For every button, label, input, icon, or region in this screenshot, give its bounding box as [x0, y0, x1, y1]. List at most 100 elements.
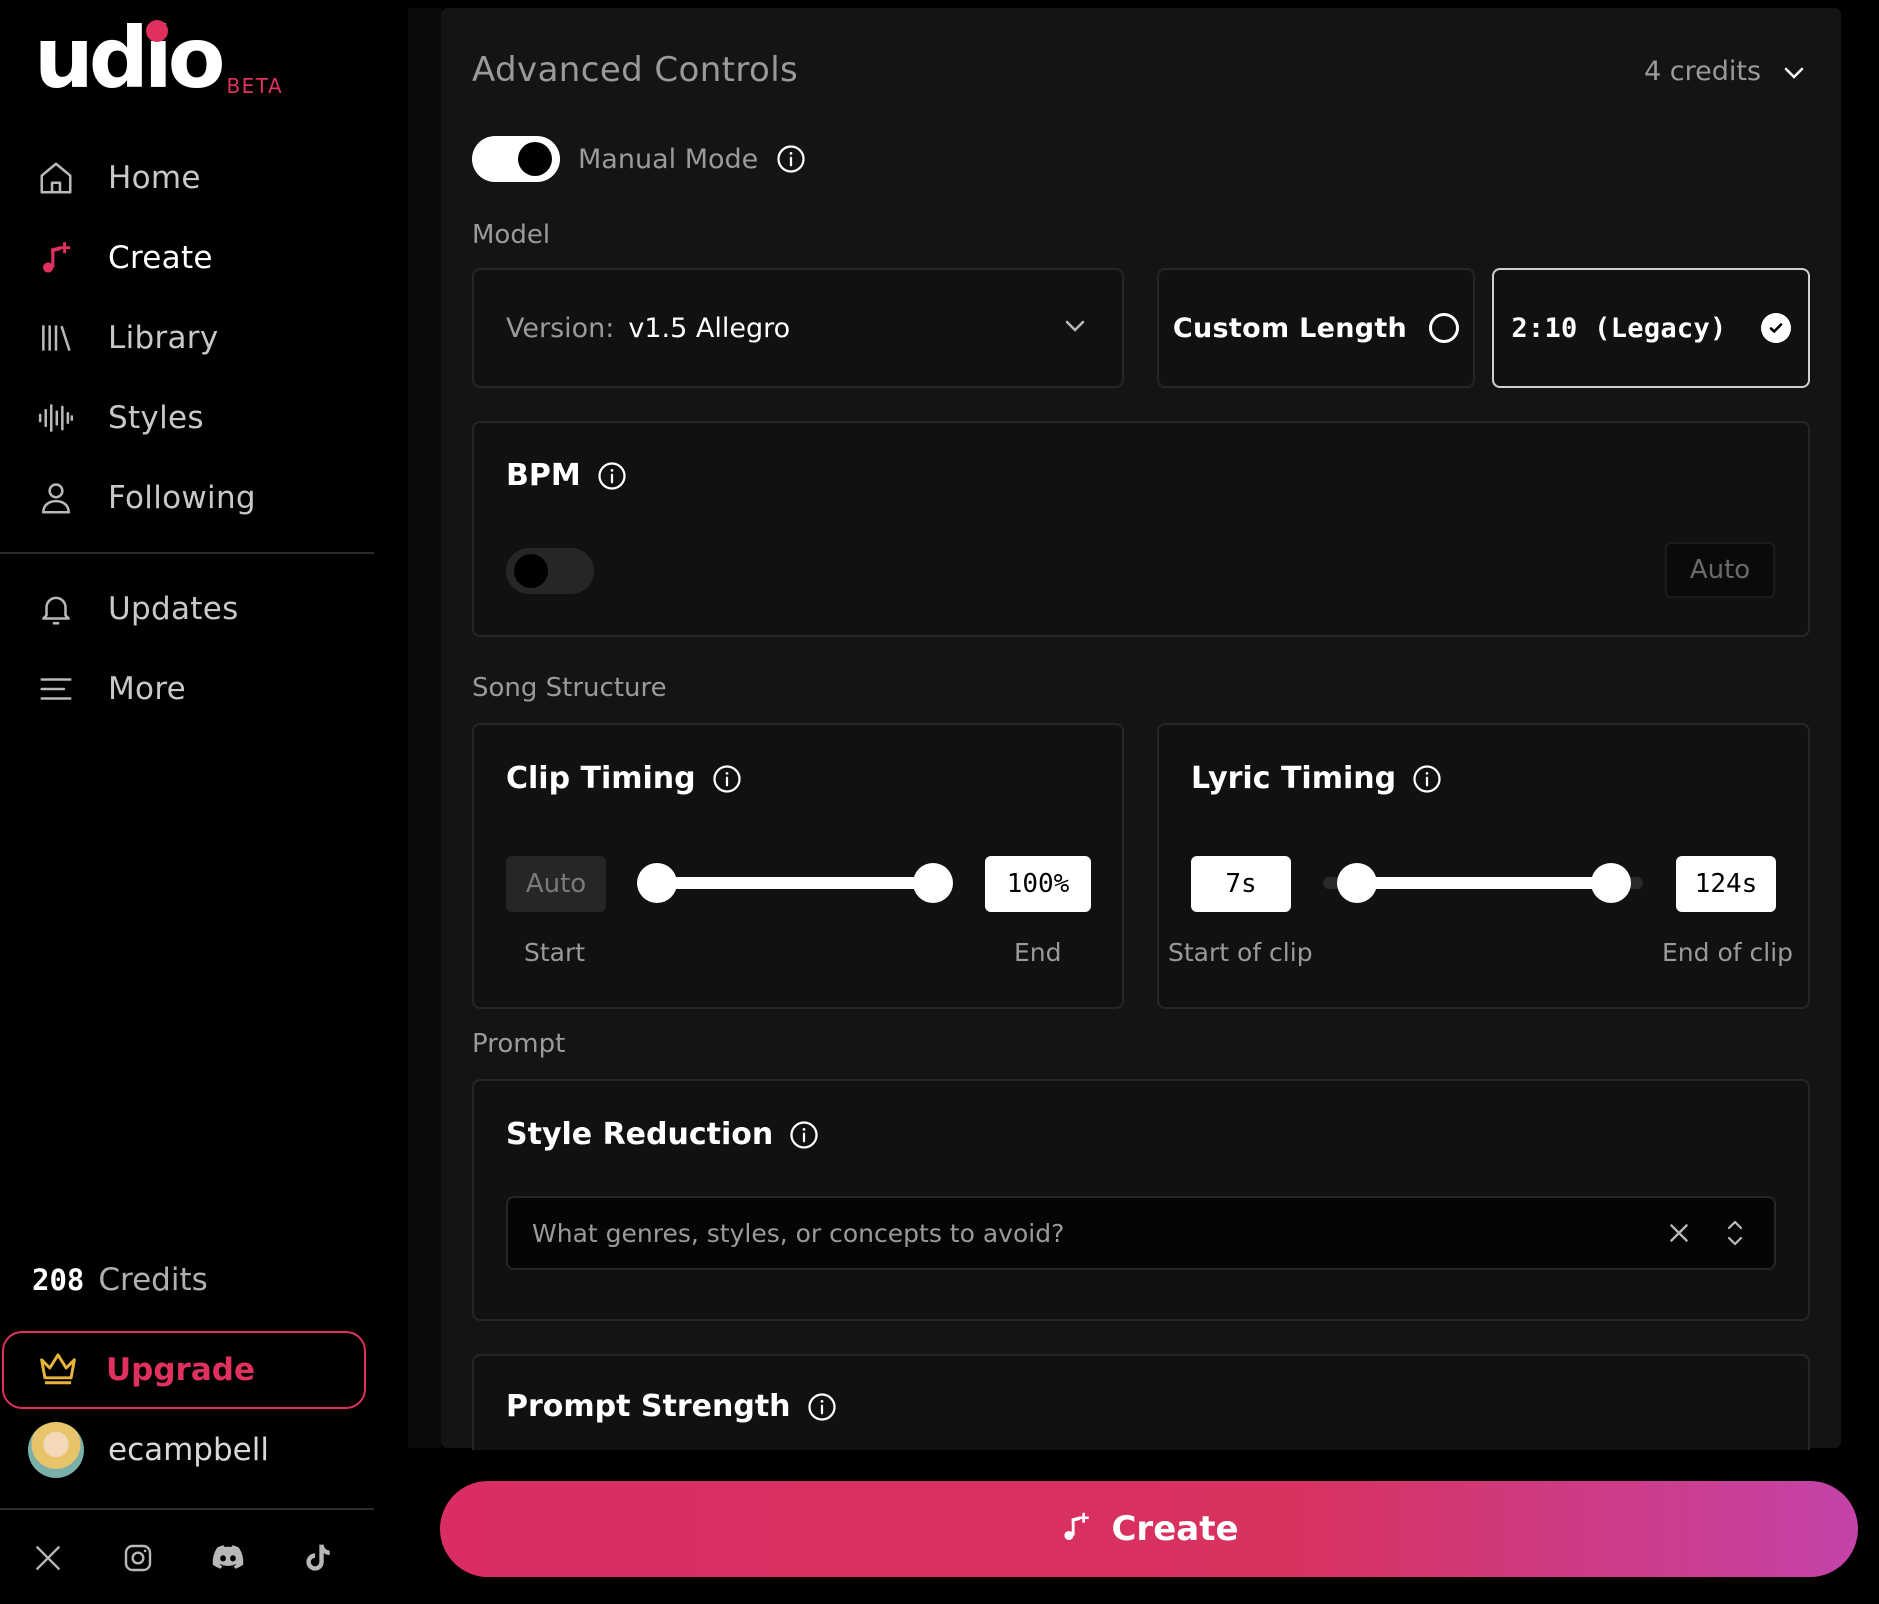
nav-label: Styles — [108, 400, 204, 436]
clip-timing-slider[interactable] — [657, 877, 933, 889]
waveform-icon — [36, 398, 76, 438]
lyric-timing-title: Lyric Timing — [1191, 761, 1442, 796]
credits-label: Credits — [98, 1262, 208, 1298]
chevron-down-icon — [1761, 56, 1805, 87]
radio-unchecked-icon — [1429, 313, 1460, 343]
clip-end-input[interactable]: 100% — [985, 856, 1091, 912]
info-icon[interactable] — [776, 144, 806, 174]
prompt-label: Prompt — [472, 1029, 566, 1059]
lyric-end-thumb[interactable] — [1591, 863, 1631, 903]
bpm-title-text: BPM — [506, 458, 581, 493]
secondary-nav: Updates More — [0, 569, 374, 729]
legacy-length-option[interactable]: 2:10 (Legacy) — [1492, 268, 1810, 388]
clip-end-label: End — [1014, 938, 1062, 967]
legacy-label: 2:10 (Legacy) — [1511, 312, 1727, 344]
style-reduction-input-wrap — [506, 1196, 1776, 1270]
lyric-start-thumb[interactable] — [1337, 863, 1377, 903]
info-icon[interactable] — [807, 1392, 837, 1422]
nav-label: Home — [108, 160, 201, 196]
bpm-card — [472, 421, 1810, 637]
sidebar-divider — [0, 552, 374, 554]
info-icon[interactable] — [1412, 764, 1442, 794]
credits-count: 208 — [32, 1263, 85, 1297]
music-plus-icon — [1059, 1510, 1093, 1548]
credits-balance: 208 Credits — [32, 1262, 208, 1298]
bpm-title: BPM — [506, 458, 627, 493]
create-button-label: Create — [1111, 1509, 1239, 1549]
info-icon[interactable] — [712, 764, 742, 794]
tiktok-icon[interactable] — [298, 1538, 338, 1578]
avatar — [28, 1422, 84, 1478]
version-value: v1.5 Allegro — [628, 312, 791, 344]
version-select[interactable]: Version: v1.5 Allegro — [472, 268, 1124, 388]
clip-start-thumb[interactable] — [637, 863, 677, 903]
user-icon — [36, 478, 76, 518]
nav-label: Create — [108, 240, 213, 276]
credits-cost-dropdown[interactable]: 4 credits — [1644, 56, 1805, 87]
logo-text: udio — [34, 9, 225, 107]
check-circle-icon — [1760, 313, 1791, 343]
create-button[interactable]: Create — [440, 1481, 1858, 1577]
close-icon[interactable] — [1666, 1220, 1692, 1250]
nav-label: More — [108, 671, 187, 707]
nav-item-library[interactable]: Library — [0, 298, 374, 378]
lyric-start-label: Start of clip — [1168, 938, 1313, 967]
nav-item-following[interactable]: Following — [0, 458, 374, 538]
library-icon — [36, 318, 76, 358]
username: ecampbell — [108, 1432, 269, 1468]
chevron-down-icon — [1064, 318, 1086, 337]
clip-start-input[interactable]: Auto — [506, 856, 606, 912]
lyric-end-input[interactable]: 124s — [1676, 856, 1776, 912]
nav-item-home[interactable]: Home — [0, 138, 374, 218]
custom-length-label: Custom Length — [1172, 312, 1408, 344]
home-icon — [36, 158, 76, 198]
info-icon[interactable] — [597, 461, 627, 491]
instagram-icon[interactable] — [118, 1538, 158, 1578]
song-structure-label: Song Structure — [472, 673, 667, 703]
style-reduction-input[interactable] — [532, 1218, 1612, 1248]
logo-dot — [146, 20, 168, 42]
nav-item-styles[interactable]: Styles — [0, 378, 374, 458]
lyric-timing-slider[interactable] — [1357, 877, 1611, 889]
beta-badge: BETA — [226, 74, 284, 98]
version-key: Version: — [506, 312, 615, 344]
credits-cost: 4 credits — [1644, 56, 1762, 87]
bpm-value-input[interactable]: Auto — [1665, 542, 1775, 598]
manual-mode-row: Manual Mode — [472, 136, 806, 182]
custom-length-option[interactable]: Custom Length — [1157, 268, 1475, 388]
main-nav: Home Create Library Styles Following — [0, 138, 374, 538]
udio-logo[interactable]: udio BETA — [34, 16, 283, 100]
chevron-up-down-icon[interactable] — [1724, 1216, 1746, 1254]
toggle-knob — [514, 554, 548, 588]
panel-gutter — [408, 8, 441, 1448]
advanced-controls-title: Advanced Controls — [472, 50, 799, 90]
clip-start-label: Start — [524, 938, 586, 967]
bell-icon — [36, 589, 76, 629]
model-label: Model — [472, 220, 551, 250]
music-plus-icon — [36, 238, 76, 278]
clip-timing-title: Clip Timing — [506, 761, 742, 796]
crown-icon — [38, 1350, 78, 1390]
nav-item-updates[interactable]: Updates — [0, 569, 374, 649]
style-reduction-title: Style Reduction — [506, 1117, 819, 1152]
upgrade-button[interactable]: Upgrade — [2, 1331, 366, 1409]
nav-label: Updates — [108, 591, 239, 627]
upgrade-label: Upgrade — [106, 1352, 255, 1388]
bpm-toggle[interactable] — [506, 548, 594, 594]
menu-icon — [36, 669, 76, 709]
manual-mode-label: Manual Mode — [578, 143, 759, 175]
discord-icon[interactable] — [208, 1538, 248, 1578]
style-reduction-title-text: Style Reduction — [506, 1117, 774, 1152]
manual-mode-toggle[interactable] — [472, 136, 560, 182]
sidebar: udio BETA Home Create Library Styles Fol… — [0, 0, 408, 1604]
x-icon[interactable] — [28, 1538, 68, 1578]
info-icon[interactable] — [789, 1120, 819, 1150]
clip-end-thumb[interactable] — [913, 863, 953, 903]
nav-item-create[interactable]: Create — [0, 218, 374, 298]
prompt-strength-title: Prompt Strength — [506, 1389, 837, 1424]
social-links — [0, 1508, 374, 1604]
user-profile[interactable]: ecampbell — [28, 1422, 269, 1478]
lyric-start-input[interactable]: 7s — [1191, 856, 1291, 912]
prompt-strength-title-text: Prompt Strength — [506, 1389, 791, 1424]
nav-item-more[interactable]: More — [0, 649, 374, 729]
